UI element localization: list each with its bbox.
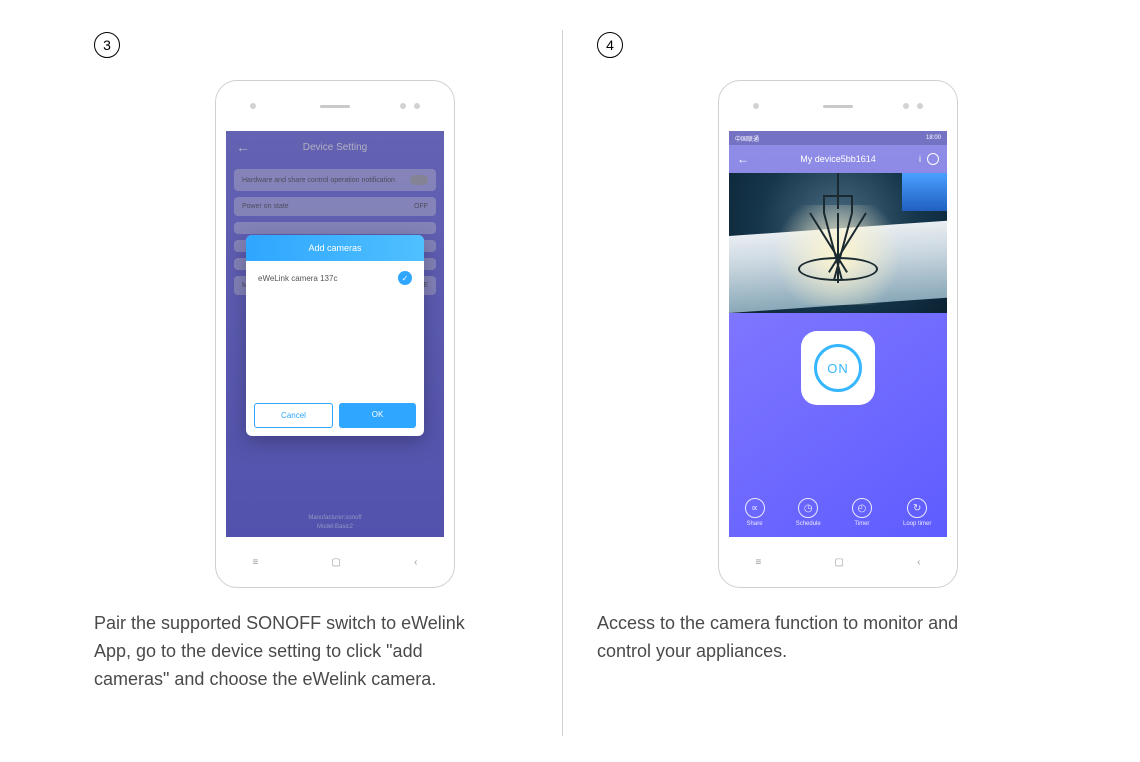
back-icon[interactable]: ←: [737, 152, 749, 166]
more-icon[interactable]: [927, 153, 939, 165]
tool-label: Share: [747, 521, 763, 527]
phone-mockup: ← Device Setting Hardware and share cont…: [215, 80, 455, 588]
power-label: ON: [827, 361, 849, 376]
screen-title: My device5bb1614: [800, 154, 876, 164]
step-number-badge: 3: [94, 32, 120, 58]
back-nav-icon[interactable]: ‹: [414, 557, 417, 568]
step-number-badge: 4: [597, 32, 623, 58]
camera-option-row[interactable]: eWeLink camera 137c ✓: [246, 261, 424, 295]
step-3-panel: 3 ← Device Setting Hardware and share co…: [80, 0, 560, 762]
home-icon[interactable]: ▢: [835, 557, 844, 568]
camera-option-label: eWeLink camera 137c: [258, 274, 337, 283]
schedule-button[interactable]: ◷ Schedule: [796, 498, 821, 527]
loop-timer-button[interactable]: ↻ Loop timer: [903, 498, 931, 527]
modal-title: Add cameras: [246, 235, 424, 261]
carrier-label: 中国联通: [735, 134, 759, 143]
phone-top-bezel: [216, 81, 454, 131]
info-icon[interactable]: i: [919, 154, 921, 164]
tool-label: Timer: [854, 521, 869, 527]
power-toggle-button[interactable]: ON: [801, 331, 875, 405]
home-icon[interactable]: ▢: [332, 557, 341, 568]
loop-icon: ↻: [907, 498, 927, 518]
add-cameras-modal: Add cameras eWeLink camera 137c ✓ Cancel…: [246, 235, 424, 436]
status-bar: 中国联通 18:00: [729, 131, 947, 145]
tool-label: Schedule: [796, 521, 821, 527]
recent-apps-icon[interactable]: ≡: [756, 557, 762, 568]
panel-divider: [562, 30, 563, 736]
recent-apps-icon[interactable]: ≡: [253, 557, 259, 568]
share-button[interactable]: ∝ Share: [745, 498, 765, 527]
phone-nav-bar: ≡ ▢ ‹: [216, 537, 454, 587]
step-4-panel: 4 中国联通 18:00 ← My device5bb1614 i: [583, 0, 1063, 762]
lamp-illustration: [803, 195, 873, 285]
app-screen: ← Device Setting Hardware and share cont…: [226, 131, 444, 537]
clock-label: 18:00: [926, 135, 941, 141]
screen-header: ← My device5bb1614 i: [729, 145, 947, 173]
timer-icon: ◴: [852, 498, 872, 518]
schedule-icon: ◷: [798, 498, 818, 518]
check-icon: ✓: [398, 271, 412, 285]
share-icon: ∝: [745, 498, 765, 518]
ok-button[interactable]: OK: [339, 403, 416, 428]
app-screen: 中国联通 18:00 ← My device5bb1614 i: [729, 131, 947, 537]
phone-top-bezel: [719, 81, 957, 131]
tool-label: Loop timer: [903, 521, 931, 527]
phone-mockup: 中国联通 18:00 ← My device5bb1614 i: [718, 80, 958, 588]
timer-button[interactable]: ◴ Timer: [852, 498, 872, 527]
camera-live-view[interactable]: [729, 173, 947, 313]
step-caption: Pair the supported SONOFF switch to eWel…: [94, 610, 500, 694]
cancel-button[interactable]: Cancel: [254, 403, 333, 428]
back-nav-icon[interactable]: ‹: [917, 557, 920, 568]
step-caption: Access to the camera function to monitor…: [597, 610, 1003, 666]
phone-nav-bar: ≡ ▢ ‹: [719, 537, 957, 587]
